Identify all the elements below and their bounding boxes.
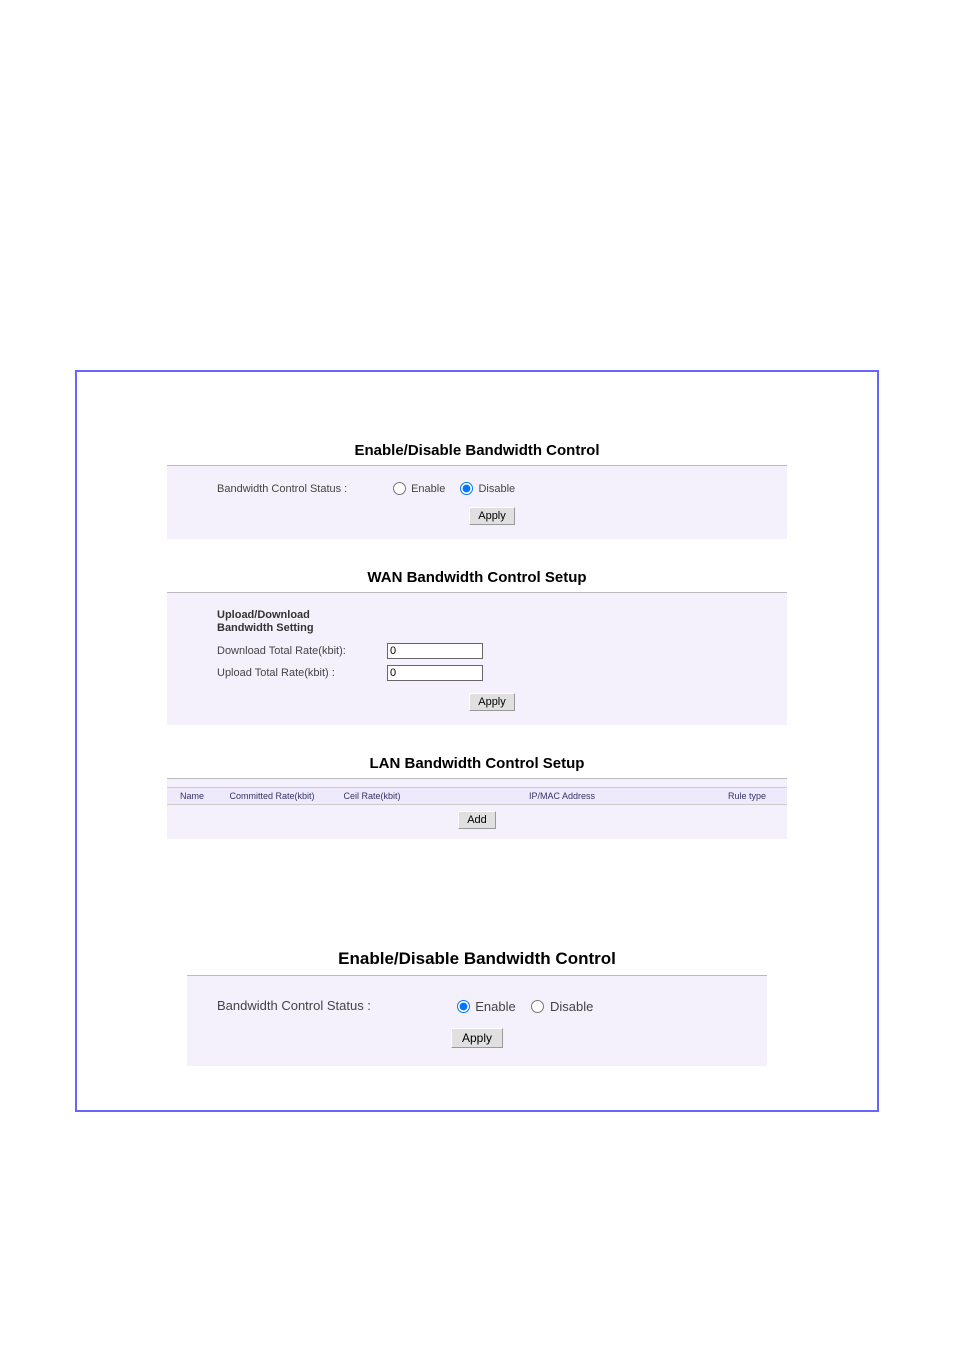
upload-row: Upload Total Rate(kbit) : (217, 665, 767, 681)
enable-disable-body: Bandwidth Control Status : Enable Disabl… (167, 466, 787, 539)
status-row-2: Bandwidth Control Status : Enable Disabl… (217, 998, 737, 1014)
enable-disable-body-2: Bandwidth Control Status : Enable Disabl… (187, 976, 767, 1066)
status-controls: Enable Disable (387, 482, 767, 495)
col-ruletype: Rule type (707, 791, 787, 801)
download-label: Download Total Rate(kbit): (217, 645, 387, 657)
lan-header: LAN Bandwidth Control Setup (167, 745, 787, 779)
download-row: Download Total Rate(kbit): (217, 643, 767, 659)
add-row: Add (167, 805, 787, 831)
disable-radio-2[interactable] (531, 1000, 544, 1013)
enable-radio-label: Enable (411, 483, 445, 495)
col-committed: Committed Rate(kbit) (217, 791, 327, 801)
spacer (167, 839, 787, 919)
page: Enable/Disable Bandwidth Control Bandwid… (0, 0, 954, 1350)
upload-label: Upload Total Rate(kbit) : (217, 667, 387, 679)
enable-disable-header-2: Enable/Disable Bandwidth Control (187, 939, 767, 976)
disable-radio-label: Disable (478, 483, 515, 495)
lan-body: Name Committed Rate(kbit) Ceil Rate(kbit… (167, 779, 787, 839)
wan-subheading: Upload/DownloadBandwidth Setting (217, 609, 767, 635)
content-frame: Enable/Disable Bandwidth Control Bandwid… (75, 370, 879, 1112)
download-input[interactable] (387, 643, 483, 659)
enable-disable-header: Enable/Disable Bandwidth Control (167, 432, 787, 466)
inner-content: Enable/Disable Bandwidth Control Bandwid… (77, 372, 877, 1086)
wan-body: Upload/DownloadBandwidth Setting Downloa… (167, 593, 787, 725)
apply-button-3[interactable]: Apply (451, 1028, 503, 1048)
apply-row-3: Apply (217, 1014, 737, 1050)
lan-table-header: Name Committed Rate(kbit) Ceil Rate(kbit… (167, 787, 787, 805)
wan-title: WAN Bandwidth Control Setup (167, 569, 787, 586)
lan-title: LAN Bandwidth Control Setup (167, 755, 787, 772)
disable-radio-label-2: Disable (550, 999, 593, 1014)
status-label: Bandwidth Control Status : (217, 483, 387, 495)
status-row: Bandwidth Control Status : Enable Disabl… (217, 482, 767, 495)
apply-button-2[interactable]: Apply (469, 693, 515, 711)
wan-header: WAN Bandwidth Control Setup (167, 559, 787, 593)
enable-radio-label-2: Enable (475, 999, 515, 1014)
add-button[interactable]: Add (458, 811, 496, 829)
apply-button-1[interactable]: Apply (469, 507, 515, 525)
enable-disable-title-2: Enable/Disable Bandwidth Control (187, 949, 767, 969)
apply-row-2: Apply (217, 687, 767, 713)
status-label-2: Bandwidth Control Status : (217, 998, 447, 1013)
col-ceil: Ceil Rate(kbit) (327, 791, 417, 801)
col-name: Name (167, 791, 217, 801)
upload-input[interactable] (387, 665, 483, 681)
second-panel: Enable/Disable Bandwidth Control Bandwid… (187, 939, 767, 1066)
enable-radio-2[interactable] (457, 1000, 470, 1013)
enable-radio[interactable] (393, 482, 406, 495)
enable-disable-title: Enable/Disable Bandwidth Control (167, 442, 787, 459)
apply-row-1: Apply (217, 501, 767, 527)
col-ipmac: IP/MAC Address (417, 791, 707, 801)
disable-radio[interactable] (460, 482, 473, 495)
